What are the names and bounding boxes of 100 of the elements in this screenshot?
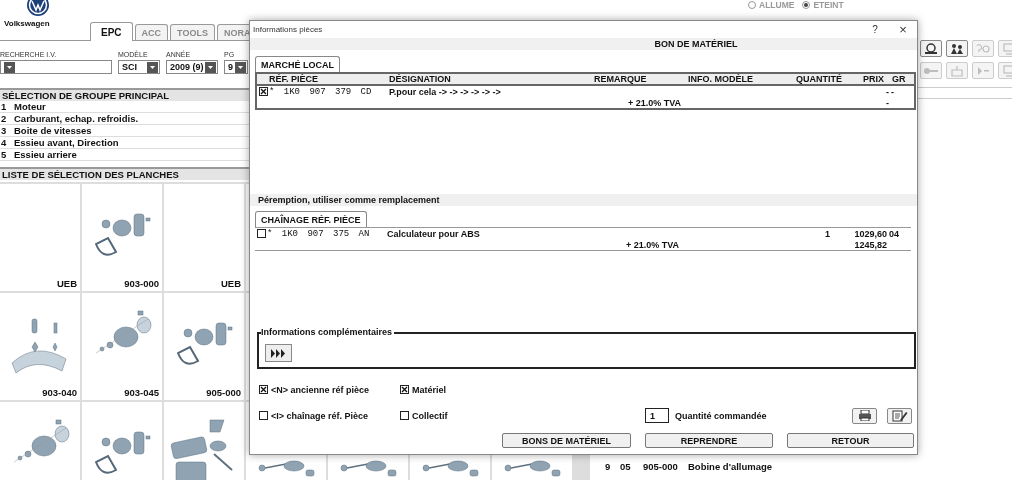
column-header: DÉSIGNATION [389,74,452,84]
group-number: 1 [0,101,8,112]
column-header: PRIX [862,74,885,84]
part-group: 04 [887,228,911,239]
quantity-field[interactable]: 1 [645,408,669,423]
plate-thumbnail[interactable] [164,402,244,480]
caret-icon [235,61,246,73]
help-button[interactable]: ? [861,21,889,38]
option-label: <I> chaînage réf. Pièce [271,410,369,421]
group-name[interactable]: Boite de vitesses [14,125,92,136]
column-header: INFO. MODÈLE [688,74,754,84]
part-reference: * 1K0 907 379 CD [269,86,373,97]
part-drawing [502,458,562,478]
checkbox[interactable] [400,385,409,394]
tax-note: + 21.0% TVA [626,97,682,108]
part-reference: * 1K0 907 375 AN [267,228,371,239]
dialog-button[interactable]: RETOUR [787,433,914,448]
plate-thumbnail[interactable]: UEB [164,184,244,291]
list-cell-text: 05 [620,460,632,472]
quantity-label: Quantité commandée [675,410,767,421]
part-drawing [170,419,234,480]
column-header: QUANTITÉ [796,74,843,84]
expand-button[interactable] [265,344,292,362]
list-cell-text: 905-000 [643,460,679,472]
dropdown-field[interactable]: SCI [118,60,160,74]
toolbar-button[interactable] [920,40,942,57]
tax-note: + 21.0% TVA [624,239,680,250]
plate-thumbnail[interactable] [0,402,80,480]
dropdown-field[interactable] [0,60,112,74]
part-drawing [338,458,398,478]
group-number: 3 [0,125,8,136]
radio-button[interactable] [802,1,811,9]
help-icon [975,41,991,56]
checkbox[interactable] [257,229,266,238]
plate-thumbnail[interactable]: UEB [0,184,80,291]
printer-icon [857,410,872,421]
print-button[interactable] [852,407,877,424]
screen-icon [1001,63,1012,78]
tab[interactable]: MARCHÉ LOCAL [255,56,340,72]
column-header: RÉF. PIÈCE [269,74,319,84]
group-number: 2 [0,113,8,124]
brand-name: Volkswagen [4,19,50,28]
checkbox[interactable] [259,385,268,394]
part-price: - [885,86,889,97]
part-drawing [256,458,316,478]
dialog-button[interactable]: REPRENDRE [645,433,773,448]
screen-icon [1001,41,1012,56]
group-title: Informations complémentaires [261,327,395,337]
plate-thumbnail[interactable]: 903-045 [82,293,162,400]
plate-code: 905-000 [206,387,241,398]
notepad-pen-icon [891,409,908,422]
tab[interactable]: EPC [90,22,133,41]
checkbox[interactable] [259,411,268,420]
list-cell-text: 9 [605,460,612,472]
caret-icon [205,61,216,73]
plate-thumbnail[interactable] [82,402,162,480]
dropdown-field[interactable]: 2009 (9) [166,60,218,74]
part-price: 1029,60 [853,228,887,239]
dropdown-field[interactable]: 9 [224,60,248,74]
total-price: - [885,97,889,108]
section-header: BON DE MATÉRIEL [250,38,917,50]
option-label: <N> ancienne réf pièce [271,384,370,395]
total-price: 1245,82 [853,239,887,250]
part-designation: Calculateur pour ABS [387,228,481,239]
plate-code: UEB [220,278,241,289]
logo-icon [26,0,50,17]
column-header: REMARQUE [594,74,648,84]
part-quantity: 1 [824,228,831,239]
dialog-button[interactable]: BONS DE MATÉRIEL [502,433,631,448]
group-name[interactable]: Carburant, echap. refroidis. [14,113,139,124]
plate-thumbnail[interactable]: 903-040 [0,293,80,400]
group-number: 5 [0,149,8,160]
plate-thumbnail[interactable]: 905-000 [164,293,244,400]
triple-chevron-icon [270,348,287,358]
edit-button[interactable] [887,407,912,424]
checkbox[interactable] [259,87,268,96]
plate-thumbnail[interactable]: 903-000 [82,184,162,291]
group-name[interactable]: Essieu avant, Direction [14,137,119,148]
column-header: GR [891,74,907,84]
checkbox[interactable] [400,411,409,420]
section-header: Péremption, utiliser comme remplacement [250,194,917,206]
disc-icon [923,41,939,56]
part-designation: P.pour cela -> -> -> -> -> -> [389,86,502,97]
option-label: Collectif [412,410,448,421]
group-number: 4 [0,137,8,148]
part-drawing [11,318,67,374]
figures-icon [949,41,965,56]
radio-label: ALLUME [759,0,795,10]
tab[interactable]: CHAÎNAGE RÉF. PIÈCE [255,211,367,227]
plate-code: 903-045 [124,387,159,398]
plate-code: 903-000 [124,278,159,289]
part-group: - [889,86,914,97]
group-name[interactable]: Essieu arriere [14,149,77,160]
part-drawing [420,458,480,478]
toolbar-button[interactable] [946,40,968,57]
list-cell-text: Bobine d'allumage [688,460,774,472]
plate-code: 903-040 [42,387,77,398]
close-button[interactable]: × [889,21,917,38]
radio-button[interactable] [748,1,756,9]
group-name[interactable]: Moteur [14,101,46,112]
